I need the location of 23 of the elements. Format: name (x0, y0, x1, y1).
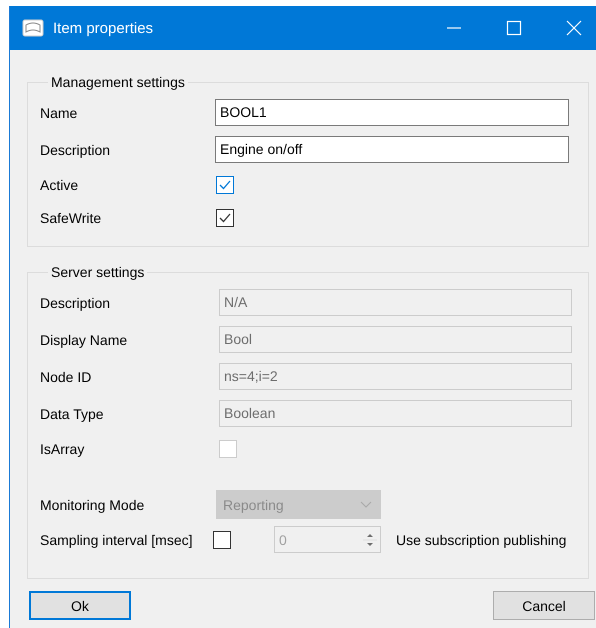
input-field[interactable]: BOOL1 (215, 99, 569, 126)
field-label: Description (40, 294, 112, 310)
close-icon[interactable] (566, 20, 582, 36)
input-field[interactable]: Engine on/off (215, 136, 569, 163)
chevron-icon (360, 500, 372, 508)
field-label: Display Name (40, 332, 128, 348)
field-label: Data Type (40, 406, 105, 422)
dialog-button[interactable]: Cancel (493, 591, 595, 620)
group-title: Server settings (50, 264, 146, 280)
group-title: Management settings (50, 74, 186, 90)
field-label: Active (40, 176, 80, 192)
field-label: SafeWrite (40, 210, 102, 226)
field-label: Sampling interval [msec] (40, 532, 194, 548)
field-label: Use subscription publishing (396, 532, 566, 548)
window-icon (22, 19, 44, 37)
window-title: Item properties (53, 20, 154, 36)
field-label: Name (40, 104, 78, 120)
dialog-button[interactable]: Ok (29, 591, 131, 620)
field-label: Monitoring Mode (40, 496, 146, 512)
maximize-icon[interactable] (506, 20, 522, 36)
field-label: Node ID (40, 368, 92, 384)
field-label: Description (40, 142, 112, 158)
field-label: IsArray (40, 440, 86, 456)
